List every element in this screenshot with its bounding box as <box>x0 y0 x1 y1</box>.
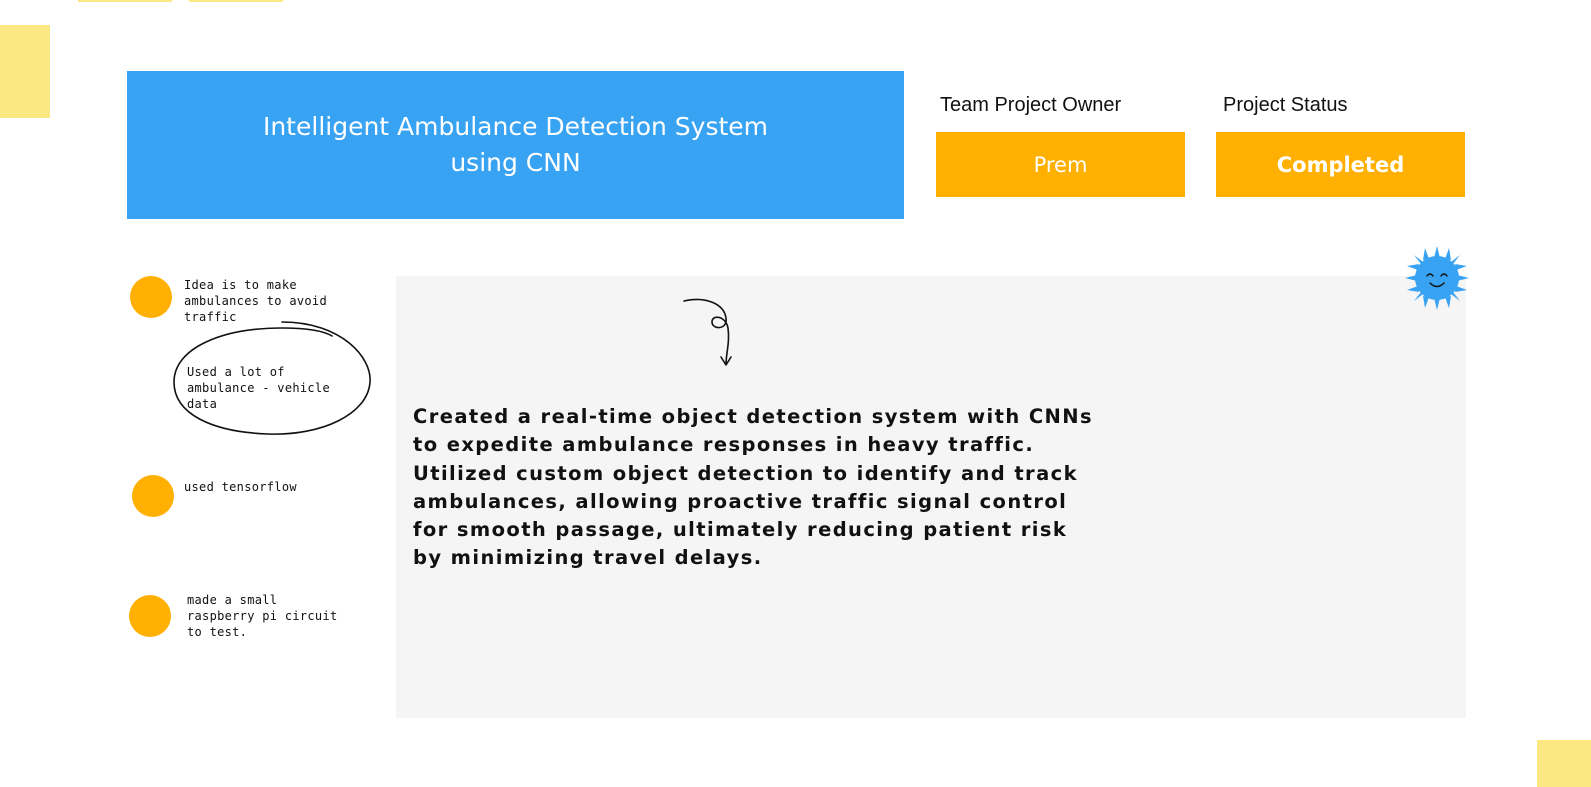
project-title-card[interactable]: Intelligent Ambulance Detection System u… <box>127 71 904 219</box>
note-bullet-2 <box>132 475 174 517</box>
smiling-sun-icon[interactable] <box>1405 246 1469 310</box>
project-description: Created a real-time object detection sys… <box>413 405 1093 570</box>
note-tensorflow[interactable]: used tensorflow <box>184 479 364 495</box>
whiteboard-canvas[interactable]: Intelligent Ambulance Detection System u… <box>0 0 1591 787</box>
status-value-box[interactable]: Completed <box>1216 132 1465 197</box>
note-bullet-1 <box>130 276 172 318</box>
curly-arrow-icon <box>683 298 732 366</box>
sticky-note-top-middle[interactable] <box>189 0 283 2</box>
note-bullet-3 <box>129 595 171 637</box>
sticky-note-bottom-right[interactable] <box>1537 740 1591 787</box>
owner-value-box[interactable]: Prem <box>936 132 1185 197</box>
sticky-note-left-edge[interactable] <box>0 25 50 118</box>
status-label: Project Status <box>1223 94 1348 116</box>
sticky-note-top-left[interactable] <box>78 0 172 2</box>
owner-label: Team Project Owner <box>940 94 1122 116</box>
note-data[interactable]: Used a lot of ambulance - vehicle data <box>187 364 359 412</box>
note-raspberry-pi[interactable]: made a small raspberry pi circuit to tes… <box>187 592 352 640</box>
project-title: Intelligent Ambulance Detection System u… <box>262 112 769 177</box>
